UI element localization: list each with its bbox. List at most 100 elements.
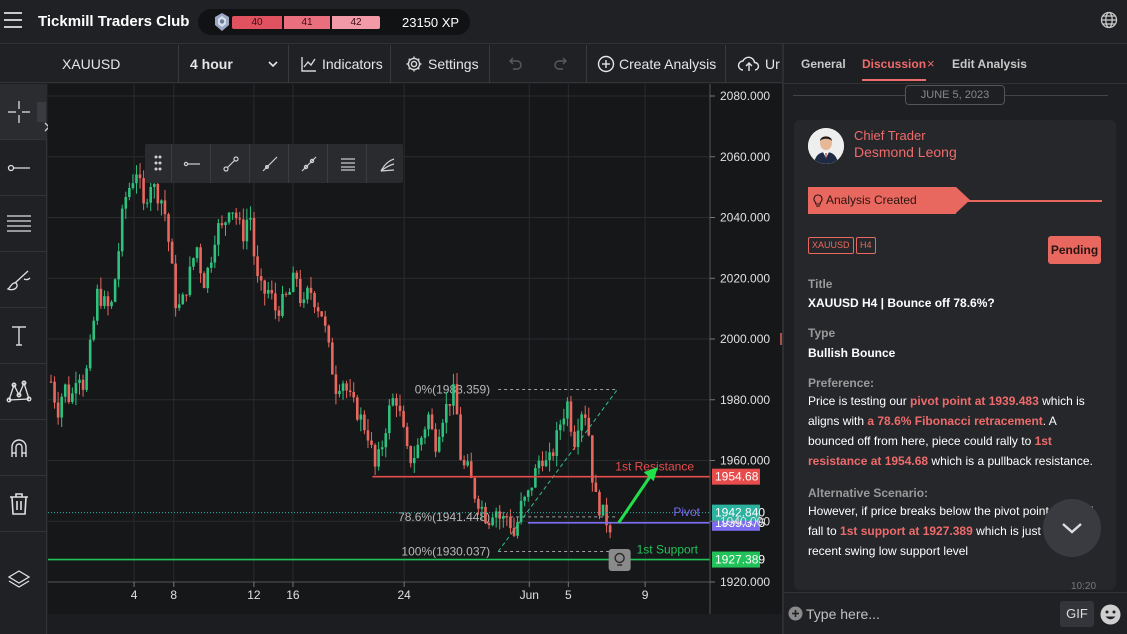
delete-drawings-tool[interactable] — [0, 476, 47, 532]
xp-level-bar: 40 — [232, 16, 282, 29]
drag-handle[interactable] — [145, 144, 171, 183]
symbol-selector[interactable]: XAUUSD — [48, 45, 179, 83]
candle-body — [270, 289, 274, 294]
create-analysis-button[interactable]: Create Analysis — [588, 45, 726, 83]
tab-discussion[interactable]: Discussion — [862, 57, 927, 81]
candle-body — [49, 381, 53, 383]
candle-body — [555, 430, 559, 456]
y-tick-label: 1920.000 — [720, 575, 770, 589]
candle-body — [63, 384, 67, 397]
candle-body — [138, 174, 142, 179]
chart-toolbar: XAUUSD 4 hour Indicators Settings Create… — [0, 45, 782, 83]
candle-body — [295, 272, 299, 279]
undo-button[interactable] — [491, 45, 537, 83]
candle-body — [534, 468, 537, 488]
add-attachment-icon[interactable] — [788, 606, 803, 621]
candle-body — [149, 187, 153, 203]
candle-body — [409, 446, 413, 464]
candle-body — [516, 522, 519, 536]
fib-fan-tool[interactable] — [366, 144, 405, 183]
x-tick-label: 16 — [286, 588, 300, 602]
candle-body — [131, 183, 135, 188]
status-badge: Pending — [1048, 236, 1101, 264]
magnet-tool[interactable] — [0, 420, 47, 476]
close-tab-icon[interactable]: × — [927, 56, 935, 71]
x-tick-label: 9 — [642, 588, 649, 602]
candle-body — [81, 379, 85, 390]
ray-tool[interactable] — [171, 144, 210, 183]
y-tick-label: 1980.000 — [720, 393, 770, 407]
line-tool[interactable] — [249, 144, 288, 183]
candle-body — [441, 422, 445, 437]
indicators-button[interactable]: Indicators — [290, 45, 391, 83]
text-run: which is a pullback resistance. — [928, 454, 1093, 468]
layers-icon — [7, 570, 31, 588]
pattern-tool[interactable] — [0, 364, 47, 420]
candle-body — [288, 291, 291, 295]
candle-body — [455, 384, 459, 415]
candle-body — [345, 383, 348, 391]
candle-body — [551, 452, 555, 456]
candle-body — [491, 517, 494, 526]
author-name[interactable]: Desmond Leong — [854, 144, 957, 160]
horizontal-ray-icon — [7, 164, 30, 172]
indicators-label: Indicators — [322, 56, 383, 72]
message-input[interactable] — [806, 601, 1051, 627]
candle-body — [405, 426, 409, 447]
trend-line-tool[interactable] — [0, 140, 47, 196]
candle-body — [402, 410, 405, 427]
lightbulb-icon — [813, 194, 823, 207]
tab-edit-analysis[interactable]: Edit Analysis — [952, 57, 1027, 71]
emoji-icon[interactable] — [1100, 604, 1121, 625]
projection-arrow — [617, 470, 655, 524]
scroll-down-button[interactable] — [1043, 499, 1101, 557]
candle-body — [185, 294, 188, 296]
candle-body — [459, 414, 462, 460]
candle-body — [416, 444, 420, 458]
layers-tool[interactable] — [0, 552, 47, 608]
candle-body — [277, 310, 281, 316]
cloud-upload-icon — [737, 56, 760, 71]
text-tool[interactable] — [0, 308, 47, 364]
candle-body — [56, 402, 60, 418]
text-run: Price is testing our — [808, 394, 911, 408]
segment-tool[interactable] — [210, 144, 249, 183]
xp-value: 23150 XP — [402, 15, 460, 30]
analysis-panel: General Discussion × Edit Analysis JUNE … — [784, 44, 1127, 634]
settings-button[interactable]: Settings — [392, 45, 490, 83]
candle-body — [177, 304, 181, 309]
candle-body — [192, 258, 195, 267]
drawing-tools-popup — [145, 144, 403, 183]
upload-button[interactable]: Ur — [727, 45, 783, 83]
highlight-support: 1st support at 1927.389 — [840, 524, 973, 538]
fib-level-label: 78.6%(1941.448) — [398, 510, 490, 524]
hamburger-menu-icon[interactable] — [4, 12, 22, 28]
candle-body — [398, 405, 402, 411]
crosshair-tool[interactable] — [0, 84, 50, 140]
timeline-line — [968, 200, 1102, 202]
candle-body — [608, 525, 612, 533]
extended-line-tool[interactable] — [288, 144, 327, 183]
fibonacci-tool[interactable] — [0, 196, 47, 252]
candle-body — [355, 397, 359, 420]
candle-body — [384, 433, 388, 448]
y-tick-label: 2060.000 — [720, 150, 770, 164]
candle-body — [227, 212, 231, 223]
candle-body — [558, 424, 562, 431]
parallel-channel-tool[interactable] — [327, 144, 366, 183]
extended-line-icon — [301, 156, 317, 172]
tab-general[interactable]: General — [801, 57, 846, 71]
globe-icon[interactable] — [1100, 11, 1118, 29]
expand-tools-button[interactable] — [37, 102, 50, 132]
candle-body — [348, 390, 352, 392]
gif-button[interactable]: GIF — [1060, 601, 1094, 627]
candle-body — [135, 174, 138, 184]
redo-button[interactable] — [537, 45, 587, 83]
interval-dropdown[interactable]: 4 hour — [180, 45, 289, 83]
candle-body — [167, 214, 170, 242]
xp-level-bar: 41 — [284, 16, 330, 29]
candle-body — [601, 504, 605, 516]
candle-body — [199, 247, 202, 274]
candle-body — [377, 449, 380, 467]
brush-tool[interactable] — [0, 252, 47, 308]
